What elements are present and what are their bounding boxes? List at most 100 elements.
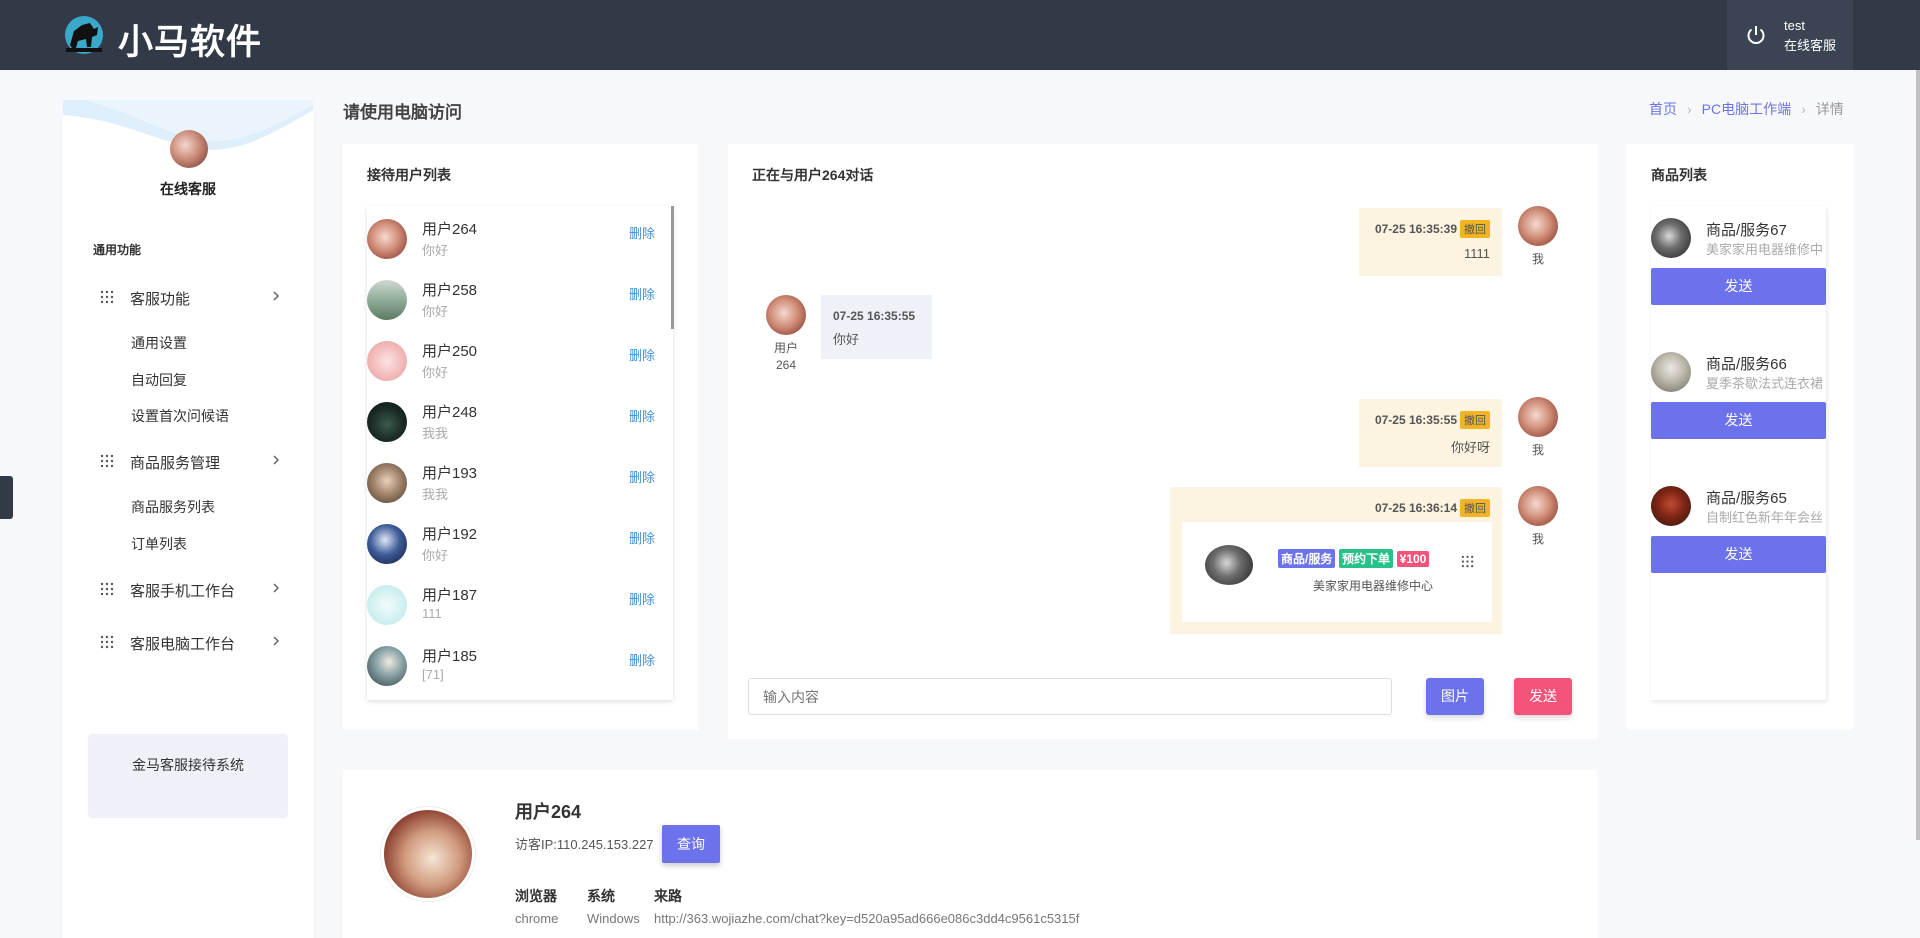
user-avatar bbox=[367, 646, 407, 686]
user-last-message: 111 bbox=[422, 606, 442, 621]
browser-value: chrome bbox=[515, 911, 559, 926]
source-label: 来路 bbox=[654, 888, 682, 904]
breadcrumb-pc-workbench[interactable]: PC电脑工作端 bbox=[1702, 101, 1791, 117]
menu-item-pc-workbench[interactable]: 客服电脑工作台 bbox=[63, 627, 313, 657]
product-image bbox=[1651, 352, 1691, 392]
user-last-message: [71] bbox=[422, 667, 444, 682]
delete-user-link[interactable]: 删除 bbox=[629, 589, 655, 608]
delete-user-link[interactable]: 删除 bbox=[629, 284, 655, 303]
user-menu[interactable]: test 在线客服 bbox=[1727, 0, 1853, 70]
menu-label: 客服手机工作台 bbox=[130, 583, 236, 600]
sidebar: 在线客服 通用功能 客服功能 通用设置 自动回复 设置首次问候语 商品服务管理 … bbox=[63, 100, 313, 938]
message-time: 07-25 16:35:55 bbox=[1374, 413, 1457, 427]
user-list-scrollbar[interactable] bbox=[671, 206, 674, 329]
browser-label: 浏览器 bbox=[515, 888, 557, 904]
menu-label: 客服电脑工作台 bbox=[130, 636, 236, 653]
recall-button[interactable]: 撤回 bbox=[1460, 411, 1490, 429]
user-row[interactable]: 用户248 我我 删除 bbox=[367, 402, 673, 463]
send-product-button[interactable]: 发送 bbox=[1651, 536, 1826, 573]
user-list[interactable]: 用户264 你好 删除 用户258 你好 删除 用户250 你好 删除 用户24… bbox=[367, 206, 673, 700]
user-last-message: 你好 bbox=[422, 548, 449, 563]
send-message-button[interactable]: 发送 bbox=[1514, 678, 1572, 715]
send-product-button[interactable]: 发送 bbox=[1651, 402, 1826, 439]
source-url[interactable]: http://363.wojiazhe.com/chat?key=d520a95… bbox=[654, 911, 1079, 926]
recall-button[interactable]: 撤回 bbox=[1460, 499, 1490, 517]
image-button[interactable]: 图片 bbox=[1426, 678, 1484, 715]
message-bubble-user: 07-25 16:35:55 你好 bbox=[821, 295, 932, 359]
message-input[interactable] bbox=[748, 678, 1392, 715]
menu-item-mobile-workbench[interactable]: 客服手机工作台 bbox=[63, 574, 313, 604]
delete-user-link[interactable]: 删除 bbox=[629, 528, 655, 547]
user-avatar bbox=[367, 585, 407, 625]
os-label: 系统 bbox=[587, 888, 615, 904]
side-drawer-handle[interactable] bbox=[0, 476, 13, 519]
submenu-first-greeting[interactable]: 设置首次问候语 bbox=[131, 406, 229, 426]
product-list[interactable]: 商品/服务67 美家家用电器维修中 发送 商品/服务66 夏季茶歇法式连衣裙 发… bbox=[1651, 206, 1826, 700]
recall-button[interactable]: 撤回 bbox=[1460, 220, 1490, 238]
my-avatar bbox=[1518, 206, 1558, 246]
breadcrumb-home[interactable]: 首页 bbox=[1649, 101, 1677, 117]
visitor-info-card: 用户264 访客IP:110.245.153.227 查询 浏览器 系统 来路 … bbox=[343, 770, 1597, 938]
product-list-title: 商品列表 bbox=[1651, 167, 1707, 183]
user-name: 用户192 bbox=[422, 526, 478, 543]
user-row[interactable]: 用户185 [71] 删除 bbox=[367, 646, 673, 700]
horse-logo-icon[interactable] bbox=[64, 15, 104, 55]
query-ip-button[interactable]: 查询 bbox=[662, 825, 720, 863]
me-label: 我 bbox=[1531, 532, 1544, 546]
user-name: 用户187 bbox=[422, 587, 478, 604]
tag-price: ¥100 bbox=[1396, 551, 1430, 567]
submenu-order-list[interactable]: 订单列表 bbox=[131, 534, 187, 554]
product-name: 商品/服务66 bbox=[1706, 356, 1787, 373]
page-scrollbar[interactable] bbox=[1916, 70, 1920, 840]
user-row[interactable]: 用户250 你好 删除 bbox=[367, 341, 673, 402]
my-avatar bbox=[1518, 486, 1558, 526]
message-bubble-me: 07-25 16:35:55 撤回 你好呀 bbox=[1359, 399, 1502, 467]
user-last-message: 我我 bbox=[422, 426, 449, 441]
product-desc: 美家家用电器维修中 bbox=[1706, 242, 1824, 257]
breadcrumb-separator: › bbox=[1801, 101, 1806, 117]
user-label-number: 264 bbox=[775, 358, 797, 372]
user-name: 用户258 bbox=[422, 282, 478, 299]
submenu-product-list[interactable]: 商品服务列表 bbox=[131, 497, 215, 517]
menu-item-product-management[interactable]: 商品服务管理 bbox=[63, 446, 313, 476]
message-bubble-me-product: 07-25 16:36:14 撤回 商品/服务 预约下单 ¥100 美家家用电器维… bbox=[1170, 487, 1502, 634]
delete-user-link[interactable]: 删除 bbox=[629, 467, 655, 486]
breadcrumb: 首页 › PC电脑工作端 › 详情 bbox=[1649, 99, 1844, 119]
user-last-message: 我我 bbox=[422, 487, 449, 502]
user-row[interactable]: 用户187 111 删除 bbox=[367, 585, 673, 646]
user-row[interactable]: 用户193 我我 删除 bbox=[367, 463, 673, 524]
user-avatar bbox=[367, 341, 407, 381]
section-title: 通用功能 bbox=[93, 243, 142, 257]
menu-label: 商品服务管理 bbox=[130, 455, 221, 472]
delete-user-link[interactable]: 删除 bbox=[629, 223, 655, 242]
me-label: 我 bbox=[1531, 443, 1544, 457]
user-list-card: 接待用户列表 用户264 你好 删除 用户258 你好 删除 用户250 你好 … bbox=[343, 144, 698, 730]
menu-item-service-functions[interactable]: 客服功能 bbox=[63, 282, 313, 312]
delete-user-link[interactable]: 删除 bbox=[629, 345, 655, 364]
user-name: 用户248 bbox=[422, 404, 478, 421]
user-row[interactable]: 用户264 你好 删除 bbox=[367, 219, 673, 280]
delete-user-link[interactable]: 删除 bbox=[629, 406, 655, 425]
submenu-general-settings[interactable]: 通用设置 bbox=[131, 333, 187, 353]
submenu-auto-reply[interactable]: 自动回复 bbox=[131, 370, 187, 390]
user-role: 在线客服 bbox=[1784, 38, 1837, 53]
product-card[interactable]: 商品/服务 预约下单 ¥100 美家家用电器维修中心 bbox=[1182, 522, 1492, 622]
product-list-card: 商品列表 商品/服务67 美家家用电器维修中 发送 商品/服务66 夏季茶歇法式… bbox=[1627, 144, 1853, 730]
page-title: 请使用电脑访问 bbox=[343, 103, 462, 122]
tag-book-order: 预约下单 bbox=[1338, 549, 1393, 568]
user-avatar bbox=[367, 402, 407, 442]
power-icon[interactable] bbox=[1745, 24, 1767, 46]
send-product-button[interactable]: 发送 bbox=[1651, 268, 1826, 305]
profile-name: 在线客服 bbox=[160, 181, 216, 197]
visitor-name: 用户264 bbox=[515, 802, 582, 822]
breadcrumb-separator: › bbox=[1687, 101, 1692, 117]
user-row[interactable]: 用户192 你好 删除 bbox=[367, 524, 673, 585]
grid-icon[interactable] bbox=[1461, 555, 1474, 568]
user-label: 用户 bbox=[773, 341, 798, 355]
visitor-ip: 访客IP:110.245.153.227 bbox=[515, 837, 654, 852]
user-row[interactable]: 用户258 你好 删除 bbox=[367, 280, 673, 341]
product-image bbox=[1205, 545, 1253, 585]
user-list-title: 接待用户列表 bbox=[367, 167, 451, 183]
delete-user-link[interactable]: 删除 bbox=[629, 650, 655, 669]
user-name: 用户185 bbox=[422, 648, 478, 665]
